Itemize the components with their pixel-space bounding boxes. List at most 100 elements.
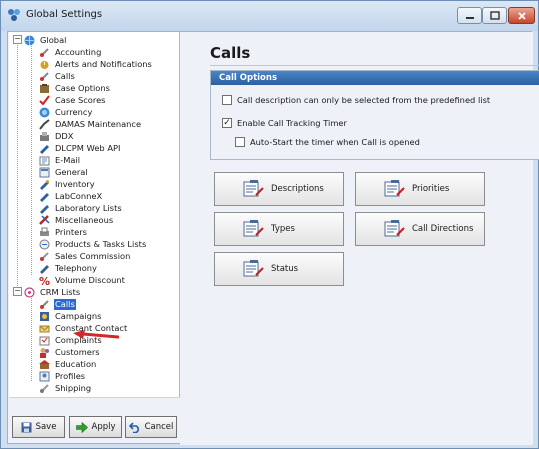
button-label: Priorities [412,184,450,194]
minimize-button[interactable] [457,7,482,24]
expander-crm-lists[interactable]: − [13,287,22,296]
enable-timer-checkbox[interactable]: ✓ [222,118,232,128]
settings-navigation-pane: − Global Accounting Alerts and Notificat… [9,32,180,438]
tree-label: Alerts and Notifications [55,58,152,69]
inventory-icon [39,179,50,190]
tree-label: Volume Discount [55,274,125,285]
tree-item-alerts-and-notifications[interactable]: Alerts and Notifications [39,58,153,70]
case-options-icon [39,83,50,94]
tree-label: LabConneX [55,190,103,201]
customers-icon [39,347,50,358]
predefined-description-checkbox[interactable] [222,95,232,105]
campaigns-icon [39,311,50,322]
tree-line [31,41,32,275]
profiles-icon [39,371,50,382]
tree-item-case-options[interactable]: Case Options [39,82,111,94]
tree-label: Case Options [55,82,110,93]
priorities-button[interactable]: Priorities [355,172,485,206]
expander-global[interactable]: − [13,35,22,44]
tree-label: Inventory [55,178,95,189]
list-edit-icon [243,180,264,197]
floppy-disk-icon [21,422,32,432]
title-bar[interactable]: Global Settings [1,1,538,31]
tree-label: Case Scores [55,94,106,105]
annotation-arrow-icon [73,330,119,339]
tree-node-global[interactable]: Global [24,34,67,46]
call-directions-button[interactable]: Call Directions [355,212,485,246]
settings-tree: − Global Accounting Alerts and Notificat… [9,32,180,397]
calls-icon [39,299,50,310]
ddx-icon [39,131,50,142]
tree-label: DLCPM Web API [55,142,121,153]
tree-item-calls[interactable]: Calls [39,70,76,82]
tree-item-telephony[interactable]: Telephony [39,262,98,274]
button-label: Types [271,224,295,234]
apply-button[interactable]: Apply [69,416,122,438]
tree-item-campaigns[interactable]: Campaigns [39,310,102,322]
tree-label: General [55,166,88,177]
title-divider [210,65,539,66]
tree-line [17,40,18,292]
minimize-icon [465,16,474,19]
tree-item-laboratory-lists[interactable]: Laboratory Lists [39,202,123,214]
save-button[interactable]: Save [12,416,65,438]
tree-node-crm-lists[interactable]: CRM Lists [24,286,81,298]
tree-item-sales-commission[interactable]: Sales Commission [39,250,131,262]
misc-icon [39,214,50,226]
window-title: Global Settings [26,9,103,20]
tree-item-ddx[interactable]: DDX [39,130,74,142]
tree-item-accounting[interactable]: Accounting [39,46,102,58]
tree-line [31,293,32,381]
tree-item-customers[interactable]: Customers [39,346,101,358]
tree-item-inventory[interactable]: Inventory [39,178,96,190]
cancel-button[interactable]: Cancel [125,416,177,438]
tree-item-general[interactable]: General [39,166,89,178]
calls-icon [39,71,50,82]
option-auto-start-timer[interactable]: Auto-Start the timer when Call is opened [235,137,420,147]
types-button[interactable]: Types [214,212,344,246]
email-icon [39,155,50,166]
tree-item-crm-calls[interactable]: Calls [39,298,76,310]
tree-item-damas-maintenance[interactable]: DAMAS Maintenance [39,118,142,130]
tree-item-currency[interactable]: Currency [39,106,93,118]
tree-label: CRM Lists [40,286,81,297]
tree-item-labconnex[interactable]: LabConneX [39,190,103,202]
status-button[interactable]: Status [214,252,344,286]
lab-lists-icon [39,203,50,214]
close-button[interactable] [508,7,535,24]
descriptions-button[interactable]: Descriptions [214,172,344,206]
tree-label: Sales Commission [55,250,131,261]
list-edit-icon [384,220,405,237]
tree-item-miscellaneous[interactable]: Miscellaneous [39,214,114,226]
globe-icon [24,35,35,46]
green-arrow-icon [75,421,88,433]
tree-item-printers[interactable]: Printers [39,226,88,238]
button-label: Status [271,264,299,274]
svg-text:%: % [39,275,50,286]
maximize-button[interactable] [482,7,507,24]
tree-item-education[interactable]: Education [39,358,97,370]
tree-label: Accounting [55,46,102,57]
option-enable-call-tracking-timer[interactable]: ✓ Enable Call Tracking Timer [222,118,347,128]
tree-item-shipping[interactable]: Shipping [39,382,92,394]
tree-label: Education [55,358,97,369]
tree-item-profiles[interactable]: Profiles [39,370,86,382]
option-label: Auto-Start the timer when Call is opened [250,137,420,147]
option-predefined-description[interactable]: Call description can only be selected fr… [222,95,490,105]
list-edit-icon [384,180,405,197]
settings-content-pane: Calls Call Options Call description can … [180,32,539,445]
client-area: − Global Accounting Alerts and Notificat… [7,31,539,445]
auto-start-timer-checkbox[interactable] [235,137,245,147]
tree-item-e-mail[interactable]: E-Mail [39,154,81,166]
tree-item-products-tasks-lists[interactable]: Products & Tasks Lists [39,238,147,250]
tree-label: Currency [55,106,93,117]
tree-label: DDX [55,130,74,141]
call-options-header: Call Options [211,71,539,85]
button-label: Call Directions [412,224,474,234]
labconnex-icon [39,191,50,202]
tree-item-case-scores[interactable]: Case Scores [39,94,107,106]
tree-label: Telephony [55,262,97,273]
tree-label: Campaigns [55,310,102,321]
tree-item-dlcpm-web-api[interactable]: DLCPM Web API [39,142,121,154]
tree-item-volume-discount[interactable]: % Volume Discount [39,274,126,288]
